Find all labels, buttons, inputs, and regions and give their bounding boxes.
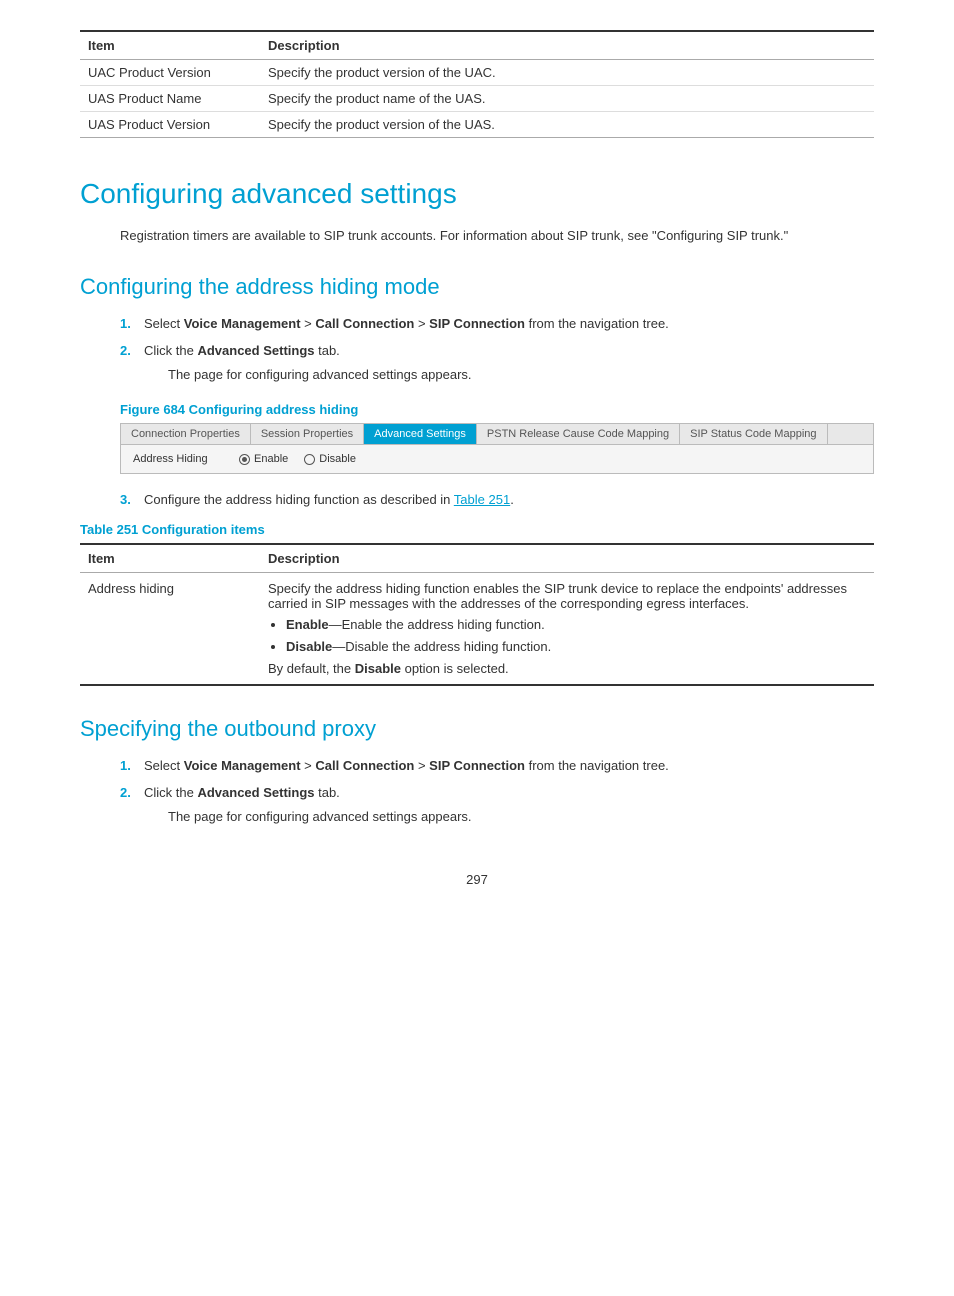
figure-684-caption: Figure 684 Configuring address hiding [80, 402, 874, 417]
step-1-num: 1. [120, 314, 144, 334]
radio-group: Enable Disable [239, 453, 356, 465]
figure-tab[interactable]: Session Properties [251, 424, 364, 444]
bullet-list: Enable—Enable the address hiding functio… [268, 615, 866, 657]
row-item: Address hiding [80, 572, 260, 685]
top-table-header-item: Item [80, 31, 260, 60]
row-desc: Specify the product version of the UAC. [260, 60, 874, 86]
figure-tab[interactable]: PSTN Release Cause Code Mapping [477, 424, 680, 444]
proxy-step-2-text: Click the Advanced Settings tab. [144, 785, 340, 800]
hiding-step-3: 3. Configure the address hiding function… [120, 490, 874, 510]
hiding-step-1: 1. Select Voice Management > Call Connec… [120, 314, 874, 334]
radio-label: Disable [319, 453, 356, 465]
figure-field-label: Address Hiding [133, 453, 223, 465]
section-advanced-title: Configuring advanced settings [80, 178, 874, 210]
radio-item[interactable]: Enable [239, 453, 288, 465]
section-advanced-body: Registration timers are available to SIP… [80, 226, 874, 246]
hiding-step3-container: 3. Configure the address hiding function… [80, 490, 874, 510]
top-table: Item Description UAC Product VersionSpec… [80, 30, 874, 138]
radio-circle-icon [239, 454, 250, 465]
figure-tab[interactable]: Connection Properties [121, 424, 251, 444]
table251: Item Description Address hiding Specify t… [80, 543, 874, 686]
figure-684-box: Connection PropertiesSession PropertiesA… [120, 423, 874, 474]
step-3-num: 3. [120, 490, 144, 510]
row-desc: Specify the address hiding function enab… [260, 572, 874, 685]
proxy-step-2: 2. Click the Advanced Settings tab. The … [120, 783, 874, 832]
list-item: Enable—Enable the address hiding functio… [286, 615, 866, 635]
proxy-step-1-num: 1. [120, 756, 144, 776]
table251-section: Table 251 Configuration items Item Descr… [80, 522, 874, 686]
row-item: UAC Product Version [80, 60, 260, 86]
figure-tabs: Connection PropertiesSession PropertiesA… [121, 424, 873, 445]
row-item: UAS Product Name [80, 86, 260, 112]
table251-link[interactable]: Table 251 [454, 492, 510, 507]
radio-label: Enable [254, 453, 288, 465]
list-item: Disable—Disable the address hiding funct… [286, 637, 866, 657]
proxy-step-1: 1. Select Voice Management > Call Connec… [120, 756, 874, 776]
figure-tab[interactable]: Advanced Settings [364, 424, 477, 444]
table251-caption: Table 251 Configuration items [80, 522, 874, 537]
proxy-step-2-num: 2. [120, 783, 144, 832]
top-table-header-desc: Description [260, 31, 874, 60]
table-row: Address hiding Specify the address hiding… [80, 572, 874, 685]
proxy-step-2-sub: The page for configuring advanced settin… [144, 807, 472, 827]
step-3-suffix: . [510, 492, 514, 507]
step-3-text: Configure the address hiding function as… [144, 490, 514, 510]
page-number: 297 [80, 872, 874, 887]
row-desc: Specify the product name of the UAS. [260, 86, 874, 112]
desc-footer: By default, the Disable option is select… [268, 661, 866, 676]
figure-content: Address Hiding Enable Disable [121, 445, 873, 473]
radio-circle-icon [304, 454, 315, 465]
table251-header-item: Item [80, 544, 260, 573]
table-row: UAS Product VersionSpecify the product v… [80, 112, 874, 138]
table-row: UAC Product VersionSpecify the product v… [80, 60, 874, 86]
proxy-steps: 1. Select Voice Management > Call Connec… [80, 756, 874, 833]
row-desc: Specify the product version of the UAS. [260, 112, 874, 138]
step-2-sub: The page for configuring advanced settin… [144, 365, 472, 385]
hiding-step-2: 2. Click the Advanced Settings tab. The … [120, 341, 874, 390]
radio-item[interactable]: Disable [304, 453, 356, 465]
table-row: UAS Product NameSpecify the product name… [80, 86, 874, 112]
section-proxy-title: Specifying the outbound proxy [80, 716, 874, 742]
hiding-steps: 1. Select Voice Management > Call Connec… [80, 314, 874, 391]
figure-tab[interactable]: SIP Status Code Mapping [680, 424, 827, 444]
row-item: UAS Product Version [80, 112, 260, 138]
step-2-num: 2. [120, 341, 144, 390]
desc-intro: Specify the address hiding function enab… [268, 581, 866, 611]
proxy-step-1-text: Select Voice Management > Call Connectio… [144, 756, 669, 776]
section-hiding-title: Configuring the address hiding mode [80, 274, 874, 300]
table251-header-desc: Description [260, 544, 874, 573]
step-1-text: Select Voice Management > Call Connectio… [144, 314, 669, 334]
step-2-text: Click the Advanced Settings tab. [144, 343, 340, 358]
